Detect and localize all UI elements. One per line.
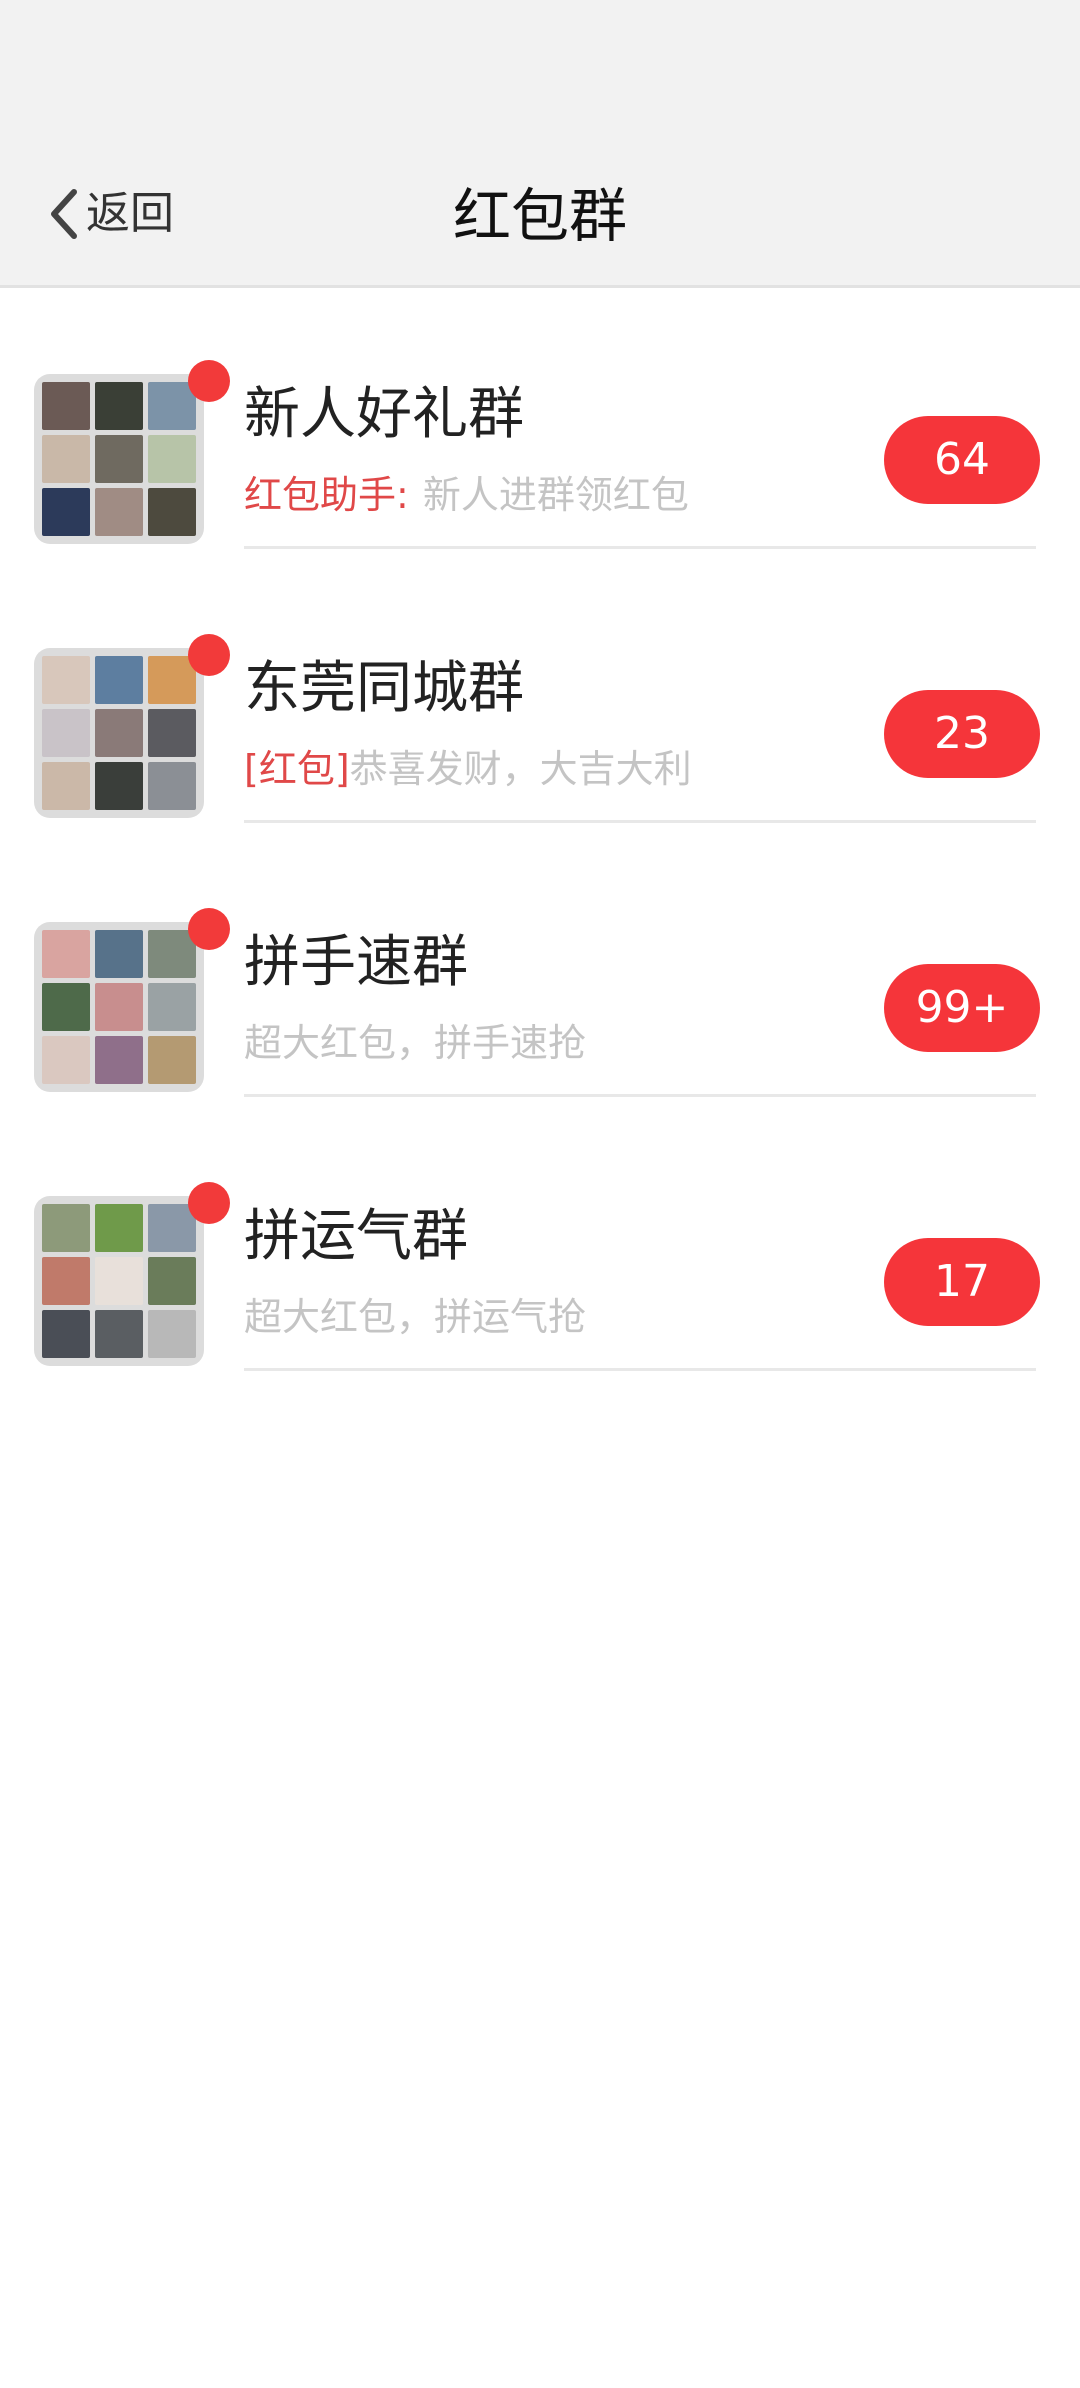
avatar-cell xyxy=(95,382,143,430)
group-list: 新人好礼群 红包助手: 新人进群领红包 64 东莞同城群 [红包]恭喜发财，大吉大… xyxy=(0,288,1080,1384)
group-avatar xyxy=(34,374,204,544)
avatar-cell xyxy=(95,1310,143,1358)
message-preview: [红包]恭喜发财，大吉大利 xyxy=(244,744,692,794)
avatar-cell xyxy=(42,709,90,757)
avatar-cell xyxy=(95,930,143,978)
preview-text: 新人进群领红包 xyxy=(422,473,689,517)
preview-prefix: [红包] xyxy=(244,747,350,791)
group-name: 新人好礼群 xyxy=(244,382,524,447)
avatar-cell xyxy=(95,1036,143,1084)
avatar-cell xyxy=(148,762,196,810)
avatar-cell xyxy=(42,435,90,483)
group-row[interactable]: 拼手速群 超大红包，拼手速抢 99+ xyxy=(0,836,1080,1110)
message-preview: 超大红包，拼手速抢 xyxy=(244,1018,586,1068)
avatar-cell xyxy=(95,762,143,810)
unread-count-badge: 17 xyxy=(884,1238,1040,1326)
avatar-cell xyxy=(148,1257,196,1305)
avatar-cell xyxy=(148,709,196,757)
group-name: 东莞同城群 xyxy=(244,656,524,721)
avatar-cell xyxy=(42,656,90,704)
avatar-cell xyxy=(95,656,143,704)
preview-text: 恭喜发财，大吉大利 xyxy=(349,747,692,791)
avatar-cell xyxy=(148,983,196,1031)
avatar-cell xyxy=(42,983,90,1031)
avatar-cell xyxy=(42,1204,90,1252)
message-preview: 红包助手: 新人进群领红包 xyxy=(244,470,689,520)
avatar-cell xyxy=(148,435,196,483)
avatar-cell xyxy=(95,488,143,536)
group-avatar xyxy=(34,648,204,818)
page-title: 红包群 xyxy=(452,182,627,250)
group-name: 拼手速群 xyxy=(244,930,468,995)
avatar-cell xyxy=(42,762,90,810)
group-name: 拼运气群 xyxy=(244,1204,468,1269)
group-avatar xyxy=(34,1196,204,1366)
preview-text: 超大红包，拼手速抢 xyxy=(244,1021,587,1065)
row-divider xyxy=(244,1368,1036,1371)
preview-text: 超大红包，拼运气抢 xyxy=(244,1295,587,1339)
avatar-cell xyxy=(42,1036,90,1084)
avatar-cell xyxy=(95,983,143,1031)
avatar-cell xyxy=(95,1257,143,1305)
avatar-cell xyxy=(42,1257,90,1305)
unread-dot xyxy=(188,360,230,402)
avatar-cell xyxy=(148,1310,196,1358)
unread-count-badge: 64 xyxy=(884,416,1040,504)
unread-dot xyxy=(188,1182,230,1224)
group-row[interactable]: 东莞同城群 [红包]恭喜发财，大吉大利 23 xyxy=(0,562,1080,836)
avatar-cell xyxy=(42,382,90,430)
avatar-cell xyxy=(42,488,90,536)
row-divider xyxy=(244,1094,1036,1097)
avatar-cell xyxy=(42,930,90,978)
avatar-cell xyxy=(148,488,196,536)
avatar-cell xyxy=(95,435,143,483)
avatar-cell xyxy=(148,1036,196,1084)
group-row[interactable]: 新人好礼群 红包助手: 新人进群领红包 64 xyxy=(0,288,1080,562)
unread-count-badge: 23 xyxy=(884,690,1040,778)
avatar-cell xyxy=(95,1204,143,1252)
row-divider xyxy=(244,546,1036,549)
unread-dot xyxy=(188,634,230,676)
avatar-cell xyxy=(95,709,143,757)
unread-dot xyxy=(188,908,230,950)
row-divider xyxy=(244,820,1036,823)
group-row[interactable]: 拼运气群 超大红包，拼运气抢 17 xyxy=(0,1110,1080,1384)
avatar-cell xyxy=(42,1310,90,1358)
group-avatar xyxy=(34,922,204,1092)
message-preview: 超大红包，拼运气抢 xyxy=(244,1292,586,1342)
nav-header: 返回 红包群 xyxy=(0,0,1080,288)
unread-count-badge: 99+ xyxy=(884,964,1040,1052)
preview-prefix: 红包助手: xyxy=(244,473,409,517)
